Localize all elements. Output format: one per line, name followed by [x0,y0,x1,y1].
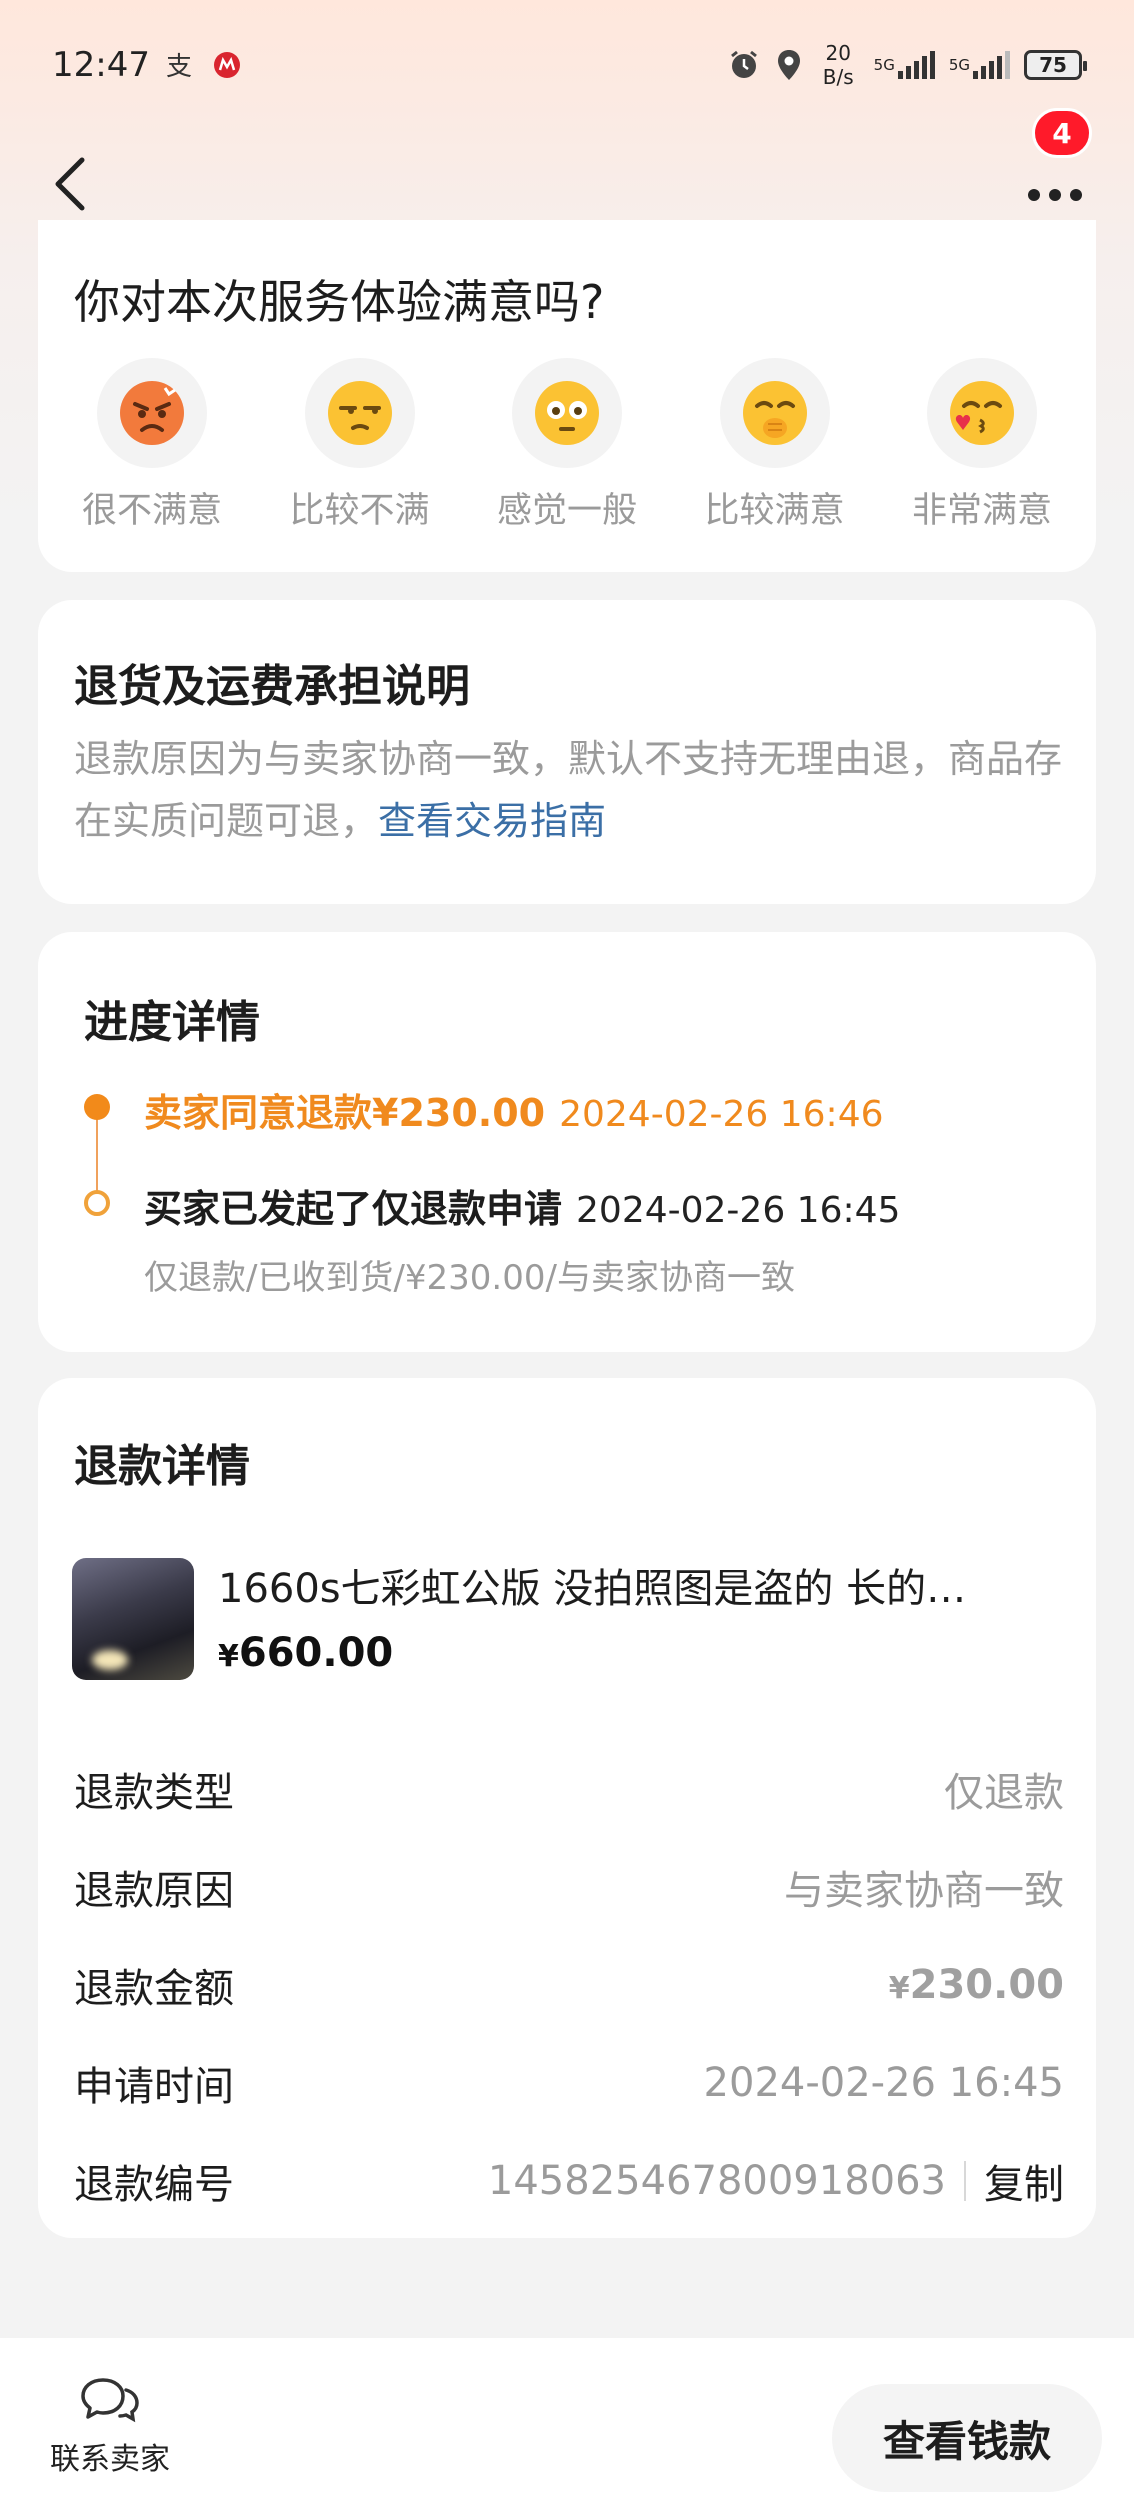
return-policy-card: 退货及运费承担说明 退款原因为与卖家协商一致，默认不支持无理由退，商品存在实质问… [38,600,1096,904]
rating-option-somewhat-unsatisfied[interactable]: 比较不满 [280,358,440,533]
rating-option-satisfied[interactable]: 比较满意 [695,358,855,533]
more-button[interactable] [1020,165,1090,225]
rating-label: 比较满意 [704,491,845,531]
network-speed: 20 B/s [823,41,854,89]
unamused-emoji-icon [327,381,392,445]
status-right: 20 B/s 5G 5G 75 [727,41,1087,89]
thumbnail-highlight [92,1650,128,1670]
price-currency: ¥ [218,1639,239,1674]
apply-time-value: 2024-02-26 16:45 [703,2060,1064,2106]
rating-option-neutral[interactable]: 感觉一般 [487,358,647,533]
amount-number: 230.00 [909,1962,1064,2008]
signal-sim1: 5G [874,51,935,79]
event-text: 买家已发起了仅退款申请 [144,1187,563,1231]
signal-sim2: 5G [949,51,1010,79]
event-time: 2024-02-26 16:45 [576,1190,901,1231]
refund-details-card: 退款详情 1660s七彩虹公版 没拍照图是盗的 长的… ¥660.00 退款类型… [38,1378,1096,2238]
event-time: 2024-02-26 16:46 [559,1094,884,1135]
amount-currency: ¥ [888,1971,910,2006]
status-time: 12:47 [52,45,150,85]
kissing-heart-emoji-icon [950,381,1014,445]
trade-guide-link[interactable]: 查看交易指南 [378,799,606,843]
more-dot-icon [1049,189,1061,201]
neutral-emoji-icon [535,381,599,445]
battery-icon: 75 [1024,50,1087,80]
signal-bars-icon [897,51,935,79]
contact-seller-button[interactable]: 联系卖家 [40,2374,180,2478]
rating-option-very-unsatisfied[interactable]: 很不满意 [72,358,232,533]
view-funds-button[interactable]: 查看钱款 [832,2384,1102,2492]
contact-seller-label: 联系卖家 [50,2442,170,2477]
product-title[interactable]: 1660s七彩虹公版 没拍照图是盗的 长的… [218,1556,1038,1614]
emoji-bg [97,358,207,468]
signal-bars-icon [973,51,1010,79]
progress-card: 进度详情 卖家同意退款¥230.00 2024-02-26 16:46 买家已发… [38,932,1096,1352]
angry-emoji-icon [120,381,184,445]
rating-label: 感觉一般 [496,491,637,531]
rating-label: 比较不满 [289,491,430,531]
net-speed-unit: B/s [822,65,854,89]
refund-type-row: 退款类型 仅退款 [74,1760,1064,1818]
bank-app-icon [213,52,240,78]
refund-id-value: 145825467800918063 [487,2158,946,2204]
notification-badge: 4 [1032,108,1092,158]
timeline-line [96,1112,98,1202]
emoji-bg [512,358,622,468]
status-bar: 12:47 支 20 B/s 5G 5G 75 [0,0,1134,130]
return-policy-text: 退款原因为与卖家协商一致，默认不支持无理由退，商品存在实质问题可退，查看交易指南 [74,728,1064,852]
event-subtext: 仅退款/已收到货/¥230.00/与卖家协商一致 [144,1258,795,1298]
rating-label: 非常满意 [911,491,1052,531]
refund-id-group: 145825467800918063 复制 [488,2152,1064,2210]
copy-button[interactable]: 复制 [984,2152,1064,2210]
rating-option-very-satisfied[interactable]: 非常满意 [902,358,1062,533]
emoji-bg [927,358,1037,468]
progress-event-latest: 卖家同意退款¥230.00 2024-02-26 16:46 [144,1082,884,1137]
refund-amount-label: 退款金额 [74,1966,234,2012]
more-dot-icon [1028,189,1040,201]
back-arrow-icon [55,157,85,211]
refund-type-label: 退款类型 [74,1770,234,1816]
refund-amount-value: ¥230.00 [889,1962,1064,2008]
timeline-dot [84,1190,110,1216]
refund-id-row: 退款编号 145825467800918063 复制 [74,2152,1064,2210]
rating-label: 很不满意 [81,491,222,531]
battery-level: 75 [1039,53,1067,77]
satisfaction-options: 很不满意 比较不满 感觉一般 比较满意 非常满意 [72,358,1062,533]
alarm-icon [730,50,757,78]
refund-reason-value: 与卖家协商一致 [784,1868,1064,1914]
refund-id-label: 退款编号 [74,2162,234,2208]
satisfaction-title: 你对本次服务体验满意吗? [74,275,605,329]
location-icon [777,50,800,80]
sim1-label: 5G [873,56,895,74]
emoji-bg [719,358,830,468]
satisfaction-card: 你对本次服务体验满意吗? 很不满意 比较不满 感觉一般 比较满意 非常满意 [38,220,1096,572]
refund-type-value: 仅退款 [944,1770,1064,1816]
refund-details-title: 退款详情 [74,1441,250,1492]
blushing-emoji-icon [742,381,807,445]
timeline-dot-active [84,1094,110,1120]
more-dot-icon [1070,189,1082,201]
chat-icon [81,2378,139,2423]
product-price: ¥660.00 [218,1630,393,1676]
price-value: 660.00 [238,1630,394,1676]
divider [964,2161,966,2201]
return-policy-title: 退货及运费承担说明 [74,661,470,712]
refund-reason-label: 退款原因 [74,1868,234,1914]
net-speed-value: 20 [825,41,851,65]
apply-time-label: 申请时间 [74,2064,234,2110]
progress-title: 进度详情 [84,997,260,1048]
apply-time-row: 申请时间 2024-02-26 16:45 [74,2054,1064,2112]
event-text: 卖家同意退款¥230.00 [144,1091,546,1135]
alipay-icon: 支 [166,52,192,82]
progress-event: 买家已发起了仅退款申请 2024-02-26 16:45 [144,1178,900,1233]
back-button[interactable] [50,144,110,224]
emoji-bg [304,358,415,468]
sim2-label: 5G [948,56,970,74]
status-left: 12:47 支 [52,45,242,85]
refund-amount-row: 退款金额 ¥230.00 [74,1956,1064,2014]
product-thumbnail[interactable] [72,1558,194,1680]
svg-text:支: 支 [166,52,192,82]
bottom-action-bar: 联系卖家 查看钱款 [0,2338,1134,2506]
refund-reason-row: 退款原因 与卖家协商一致 [74,1858,1064,1916]
